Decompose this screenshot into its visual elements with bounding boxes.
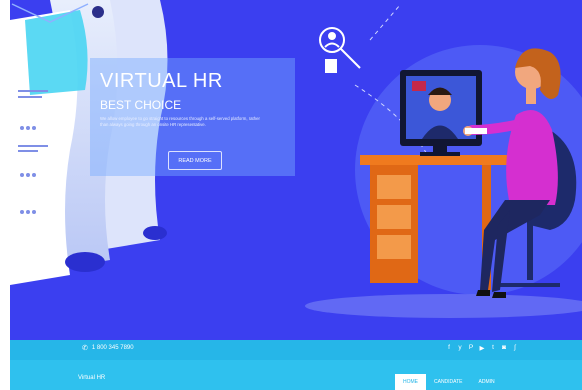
instagram-icon[interactable]: ◙ (501, 344, 507, 352)
left-edge (0, 0, 10, 390)
hero-description: We allow employee to go straight to reso… (100, 116, 260, 127)
nav-item-candidate[interactable]: CANDIDATE (426, 374, 471, 390)
read-more-button[interactable]: READ MORE (168, 151, 222, 170)
twitter-icon[interactable]: y (457, 344, 463, 352)
nav-item-admin[interactable]: ADMIN (471, 374, 503, 390)
facebook-icon[interactable]: f (446, 344, 452, 352)
hero-banner: VIRTUAL HR BEST CHOICE We allow employee… (10, 0, 582, 340)
brand-logo[interactable]: Virtual HR (78, 375, 105, 381)
phone-icon: ✆ (82, 345, 88, 352)
main-navbar: Virtual HR HOME CANDIDATE ADMIN (10, 360, 582, 390)
tumblr-icon[interactable]: t (490, 344, 496, 352)
nav-item-home[interactable]: HOME (395, 374, 426, 390)
social-links: f y P ▶ t ◙ ʃ (446, 344, 518, 352)
youtube-icon[interactable]: ▶ (479, 344, 485, 352)
hero-title: VIRTUAL HR (100, 70, 223, 92)
nav-menu: HOME CANDIDATE ADMIN (395, 374, 503, 390)
scroll-down-chevron-icon[interactable] (10, 0, 90, 28)
contact-bar: ✆ 1 800 345 7890 f y P ▶ t ◙ ʃ (10, 340, 582, 360)
hero-subtitle: BEST CHOICE (100, 98, 182, 112)
monitor (400, 70, 482, 156)
hero-caption-box: VIRTUAL HR BEST CHOICE We allow employee… (90, 58, 295, 176)
phone-contact[interactable]: ✆ 1 800 345 7890 (82, 344, 134, 352)
magnifier-icon (319, 27, 361, 73)
phone-number: 1 800 345 7890 (91, 345, 134, 351)
pinterest-icon[interactable]: P (468, 344, 474, 352)
rss-icon[interactable]: ʃ (512, 344, 518, 352)
